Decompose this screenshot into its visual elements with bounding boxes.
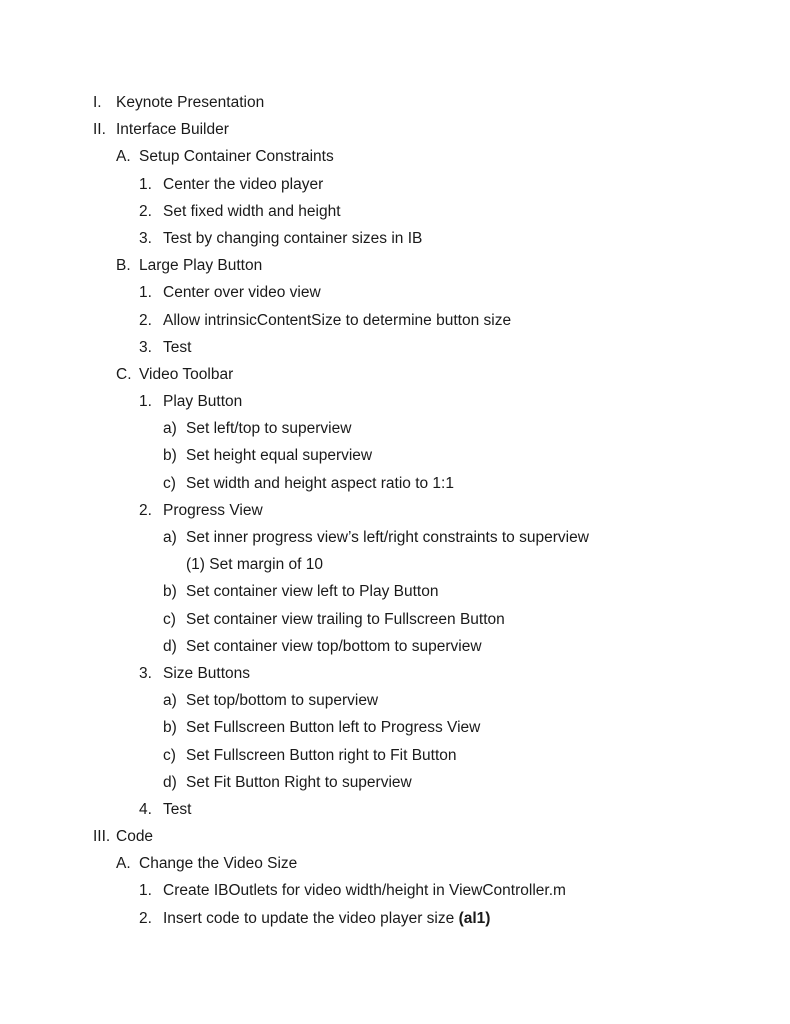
outline-item: (1) Set margin of 10 xyxy=(0,555,790,582)
outline-item: 3. Size Buttons xyxy=(0,664,790,691)
outline-marker: 2. xyxy=(139,202,152,220)
outline-text: Create IBOutlets for video width/height … xyxy=(163,882,566,900)
outline-text: Size Buttons xyxy=(163,664,251,682)
outline-text: Set fixed width and height xyxy=(163,202,341,220)
outline-text: Set Fit Button Right to superview xyxy=(186,773,412,791)
outline-marker: B. xyxy=(116,257,131,275)
outline-marker: C. xyxy=(116,365,132,383)
outline-text: Set top/bottom to superview xyxy=(186,692,379,710)
outline-item: c) Set Fullscreen Button right to Fit But… xyxy=(0,746,790,773)
outline-item: A. Setup Container Constraints xyxy=(0,147,790,174)
outline-item: 2. Progress View xyxy=(0,501,790,528)
outline-marker: A. xyxy=(116,148,131,166)
outline-item: 1. Center over video view xyxy=(0,283,790,310)
outline-item: III. Code xyxy=(0,827,790,854)
outline-item: B. Large Play Button xyxy=(0,256,790,283)
outline-marker: b) xyxy=(163,447,177,465)
outline-marker: 2. xyxy=(139,311,152,329)
outline-text: Center over video view xyxy=(163,284,321,302)
outline-item: 3. Test by changing container sizes in IB xyxy=(0,229,790,256)
outline-item: b) Set container view left to Play Button xyxy=(0,582,790,609)
outline-item: b) Set Fullscreen Button left to Progress… xyxy=(0,718,790,745)
outline-item: I. Keynote Presentation xyxy=(0,93,790,120)
outline-text-with-tag: Insert code to update the video player s… xyxy=(163,909,490,929)
outline-item: 1. Play Button xyxy=(0,392,790,419)
outline-marker: 3. xyxy=(139,229,152,247)
outline-marker: III. xyxy=(93,828,111,846)
outline-marker: a) xyxy=(163,692,177,710)
outline-marker: 2. xyxy=(139,909,152,927)
outline-text: Set inner progress view’s left/right con… xyxy=(186,529,589,546)
outline-item: c) Set container view trailing to Fullscr… xyxy=(0,610,790,637)
outline-marker: 1. xyxy=(139,284,152,302)
outline-item: 2. Allow intrinsicContentSize to determin… xyxy=(0,311,790,338)
outline-text: Set container view top/bottom to supervi… xyxy=(186,637,482,655)
outline-text: Large Play Button xyxy=(139,257,263,275)
outline-text: Progress View xyxy=(163,501,263,519)
outline-marker: 3. xyxy=(139,338,152,356)
outline-item: C. Video Toolbar xyxy=(0,365,790,392)
outline-marker: c) xyxy=(163,474,176,492)
outline-text: Keynote Presentation xyxy=(116,94,265,111)
outline-marker: d) xyxy=(163,773,177,791)
outline-marker: 1. xyxy=(139,175,152,193)
outline-text: Test by changing container sizes in IB xyxy=(163,229,423,247)
outline-text: Set container view left to Play Button xyxy=(186,583,439,601)
outline-marker: a) xyxy=(163,420,177,438)
outline-marker: 1. xyxy=(139,882,152,900)
outline-text: Set height equal superview xyxy=(186,447,373,465)
outline-item: a) Set left/top to superview xyxy=(0,419,790,446)
outline-item: 2. Insert code to update the video player… xyxy=(0,909,790,936)
outline-text: Setup Container Constraints xyxy=(139,148,334,166)
outline-item: a) Set top/bottom to superview xyxy=(0,691,790,718)
outline-item: c) Set width and height aspect ratio to 1… xyxy=(0,474,790,501)
outline-item: A. Change the Video Size xyxy=(0,854,790,881)
outline-marker: b) xyxy=(163,583,177,601)
outline-text: Play Button xyxy=(163,393,243,411)
outline-item: 1. Create IBOutlets for video width/heigh… xyxy=(0,881,790,908)
outline-marker: 2. xyxy=(139,501,152,519)
outline-text: Set container view trailing to Fullscree… xyxy=(186,610,505,628)
outline-marker: b) xyxy=(163,719,177,737)
outline-item: d) Set Fit Button Right to superview xyxy=(0,773,790,800)
outline-item: 4. Test xyxy=(0,800,790,827)
outline-marker: d) xyxy=(163,637,177,655)
outline-marker: c) xyxy=(163,746,176,764)
outline-document: I. Keynote Presentation II. Interface Buil… xyxy=(0,93,790,936)
outline-item: 3. Test xyxy=(0,338,790,365)
outline-text: Test xyxy=(163,800,192,818)
outline-item: a) Set inner progress view’s left/right c… xyxy=(0,528,790,555)
outline-text: Set Fullscreen Button left to Progress V… xyxy=(186,719,481,737)
outline-marker: c) xyxy=(163,610,176,628)
outline-marker: 4. xyxy=(139,800,152,818)
outline-item: 2. Set fixed width and height xyxy=(0,202,790,229)
outline-text: Insert code to update the video player s… xyxy=(163,909,455,927)
outline-marker: I. xyxy=(93,94,102,111)
outline-item: d) Set container view top/bottom to super… xyxy=(0,637,790,664)
outline-text: Set Fullscreen Button right to Fit Butto… xyxy=(186,746,457,764)
outline-text: Set left/top to superview xyxy=(186,420,352,438)
outline-text: Code xyxy=(116,828,154,846)
code-tag: (al1) xyxy=(458,909,491,927)
outline-item: II. Interface Builder xyxy=(0,120,790,147)
outline-text: Test xyxy=(163,338,192,356)
outline-item: 1. Center the video player xyxy=(0,175,790,202)
outline-text: Change the Video Size xyxy=(139,855,298,873)
outline-text: Center the video player xyxy=(163,175,324,193)
outline-text: Set width and height aspect ratio to 1:1 xyxy=(186,474,454,492)
outline-text: (1) Set margin of 10 xyxy=(186,556,323,574)
outline-marker: 1. xyxy=(139,393,152,411)
outline-marker: a) xyxy=(163,529,177,546)
outline-marker: II. xyxy=(93,121,106,139)
outline-text: Video Toolbar xyxy=(139,365,234,383)
outline-marker: A. xyxy=(116,855,131,873)
outline-text: Interface Builder xyxy=(116,121,229,139)
outline-text: Allow intrinsicContentSize to determine … xyxy=(163,311,512,329)
outline-marker: 3. xyxy=(139,664,152,682)
outline-item: b) Set height equal superview xyxy=(0,446,790,473)
